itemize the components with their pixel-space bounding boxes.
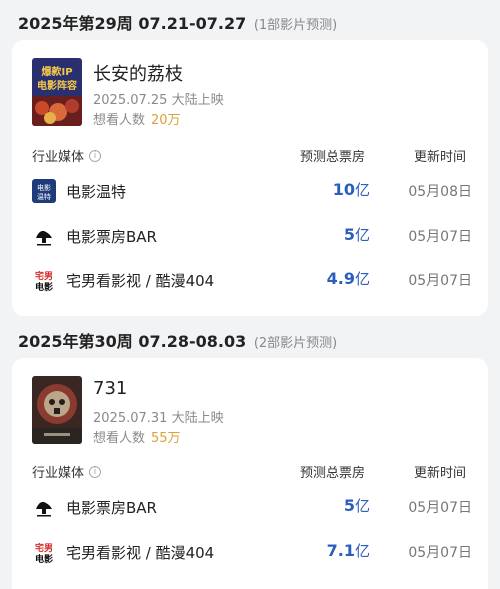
column-updated-header: 更新时间 (414, 466, 467, 481)
week-header: 2025年第30周 07.28-08.03 (2部影片预测) (18, 328, 337, 352)
prediction-row[interactable]: 电影票房BAR 5亿 05月07日 (32, 222, 472, 250)
column-media-header: 行业媒体 i (32, 462, 102, 481)
prediction-row[interactable]: 宅男 电影 宅男看影视 / 酷漫404 4.9亿 05月07日 (32, 266, 472, 294)
predicted-box-office: 4.9亿 (326, 269, 370, 288)
svg-text:电影阵容: 电影阵容 (37, 79, 77, 92)
week-card: 731 2025.07.31 大陆上映 想看人数 55万 行业媒体 i 预测总票房 … (12, 358, 488, 589)
boxoffice-bar-logo (32, 224, 56, 248)
predicted-box-office: 5亿 (343, 225, 370, 244)
column-updated-header: 更新时间 (414, 150, 467, 165)
movie-title[interactable]: 731 (93, 378, 127, 399)
predicted-box-office: 7.1亿 (326, 541, 370, 560)
movie-poster[interactable]: 爆款IP 电影阵容 (32, 58, 82, 126)
update-date: 05月08日 (408, 184, 472, 200)
prediction-row[interactable]: 电影 温特 电影温特 10亿 05月08日 (32, 177, 472, 205)
column-prediction-header: 预测总票房 (300, 150, 366, 165)
svg-text:电影: 电影 (35, 553, 53, 564)
svg-text:宅男: 宅男 (35, 270, 53, 282)
prediction-row[interactable]: 宅男 电影 宅男看影视 / 酷漫404 7.1亿 05月07日 (32, 538, 472, 566)
release-date: 2025.07.25 大陆上映 (93, 93, 224, 108)
zhainan-logo: 宅男 电影 (32, 268, 56, 293)
svg-text:电影: 电影 (37, 183, 51, 192)
week-movie-count: (2部影片预测) (253, 336, 338, 351)
media-name: 电影票房BAR (66, 228, 157, 246)
column-media-label: 行业媒体 (32, 466, 85, 481)
svg-text:电影: 电影 (35, 281, 53, 292)
media-name: 宅男看影视 / 酷漫404 (66, 272, 215, 290)
update-date: 05月07日 (408, 545, 472, 561)
want-count: 55万 (151, 431, 181, 446)
predicted-box-office: 10亿 (332, 180, 370, 199)
media-name: 电影温特 (66, 183, 127, 201)
update-date: 05月07日 (408, 273, 472, 289)
boxoffice-bar-logo (32, 495, 56, 519)
movie-entry[interactable]: 爆款IP 电影阵容 长安的荔枝 2025.07.25 大陆上映 想看人数 20万 (32, 58, 472, 128)
want-to-see: 想看人数 55万 (93, 427, 181, 446)
info-icon[interactable]: i (89, 465, 102, 478)
update-date: 05月07日 (408, 229, 472, 245)
media-name: 电影票房BAR (66, 499, 157, 517)
week-header: 2025年第29周 07.21-07.27 (1部影片预测) (18, 10, 337, 34)
prediction-row[interactable]: 电影票房BAR 5亿 05月07日 (32, 493, 472, 521)
movie-entry[interactable]: 731 2025.07.31 大陆上映 想看人数 55万 (32, 376, 472, 446)
want-count: 20万 (151, 113, 181, 128)
column-media-label: 行业媒体 (32, 150, 85, 165)
want-label: 想看人数 (93, 113, 146, 128)
predicted-box-office: 5亿 (343, 496, 370, 515)
week-card: 爆款IP 电影阵容 长安的荔枝 2025.07.25 大陆上映 想看人数 20万 … (12, 40, 488, 316)
week-title: 2025年第29周 07.21-07.27 (18, 14, 247, 33)
update-date: 05月07日 (408, 500, 472, 516)
week-title: 2025年第30周 07.28-08.03 (18, 332, 247, 351)
release-date: 2025.07.31 大陆上映 (93, 411, 224, 426)
svg-text:温特: 温特 (37, 192, 51, 201)
info-icon[interactable]: i (89, 149, 102, 162)
week-movie-count: (1部影片预测) (253, 18, 338, 33)
zhainan-logo: 宅男 电影 (32, 540, 56, 565)
want-label: 想看人数 (93, 431, 146, 446)
column-prediction-header: 预测总票房 (300, 466, 366, 481)
movie-poster[interactable] (32, 376, 82, 444)
want-to-see: 想看人数 20万 (93, 109, 181, 128)
svg-text:宅男: 宅男 (35, 542, 53, 554)
film-winter-logo: 电影 温特 (32, 179, 56, 203)
svg-text:爆款IP: 爆款IP (41, 65, 72, 78)
column-media-header: 行业媒体 i (32, 146, 102, 165)
media-name: 宅男看影视 / 酷漫404 (66, 544, 215, 562)
movie-title[interactable]: 长安的荔枝 (93, 60, 183, 86)
